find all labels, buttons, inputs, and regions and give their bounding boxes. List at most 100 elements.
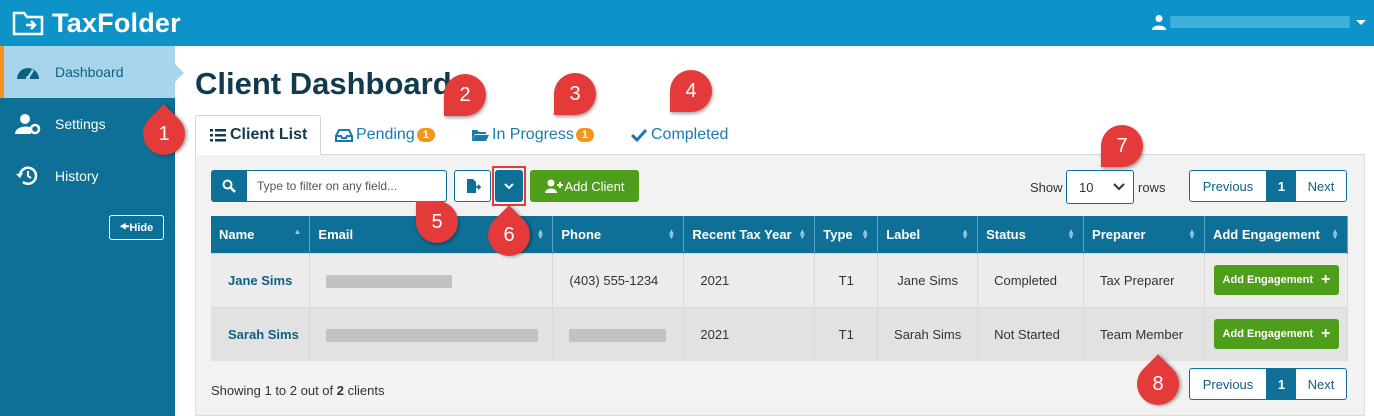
hide-label: Hide bbox=[129, 221, 154, 234]
type-cell: T1 bbox=[814, 252, 879, 307]
add-client-label: Add Client bbox=[564, 178, 625, 194]
tab-bar: Client List Pending 1 In Progress 1 Comp… bbox=[195, 115, 1365, 155]
rows-label: rows bbox=[1138, 180, 1166, 195]
file-export-icon bbox=[466, 179, 481, 193]
client-table: Name ▲ Email ▲ ▼ Phone ▲ ▼ Recent Tax Year ▲ ▼ … bbox=[211, 216, 1349, 361]
callout-number: 7 bbox=[1116, 134, 1128, 157]
history-icon bbox=[16, 166, 38, 185]
action-cell: Add Engagement + bbox=[1204, 252, 1349, 307]
client-name-link[interactable]: Jane Sims bbox=[211, 252, 311, 307]
header-label: Preparer bbox=[1092, 226, 1146, 242]
user-menu[interactable] bbox=[1152, 14, 1366, 30]
sort-icon: ▲ ▼ bbox=[861, 227, 870, 241]
app-logo[interactable]: TaxFolder bbox=[12, 8, 181, 38]
arrow-left-icon: 🠜 bbox=[119, 221, 130, 233]
sort-icon: ▲ ▼ bbox=[961, 227, 970, 241]
tab-label: In Progress bbox=[492, 126, 574, 143]
add-engagement-button[interactable]: Add Engagement + bbox=[1213, 319, 1339, 350]
callout-number: 6 bbox=[503, 223, 515, 246]
header-label: Phone bbox=[561, 226, 602, 242]
showing-prefix: Showing 1 to 2 out of bbox=[211, 383, 337, 398]
tab-completed[interactable]: Completed bbox=[630, 115, 728, 155]
next-page-button[interactable]: Next bbox=[1296, 171, 1346, 201]
search-icon bbox=[222, 179, 236, 193]
header-label: Recent Tax Year bbox=[692, 226, 792, 242]
rows-per-page-value: 10 bbox=[1079, 179, 1094, 195]
callout-number: 1 bbox=[158, 122, 170, 145]
pagination-bottom: Previous 1 Next bbox=[1189, 368, 1347, 400]
add-engagement-label: Add Engagement bbox=[1222, 274, 1313, 286]
tax-year-cell: 2021 bbox=[683, 252, 816, 307]
table-row[interactable]: Jane Sims (403) 555-1234 2021 T1 Jane Si… bbox=[211, 252, 1349, 307]
column-header-add-engagement[interactable]: Add Engagement ▲ ▼ bbox=[1204, 216, 1349, 253]
check-icon bbox=[630, 128, 648, 143]
phone-cell: (403) 555-1234 bbox=[552, 252, 685, 307]
header-label: Label bbox=[886, 226, 921, 242]
preparer-cell: Team Member bbox=[1083, 306, 1205, 361]
tab-pending[interactable]: Pending 1 bbox=[335, 115, 435, 155]
showing-suffix: clients bbox=[344, 383, 385, 398]
sort-icon: ▲ ▼ bbox=[1331, 227, 1339, 241]
email-cell bbox=[309, 252, 554, 307]
email-redacted bbox=[326, 274, 453, 288]
column-header-name[interactable]: Name ▲ bbox=[211, 216, 311, 253]
tab-in-progress[interactable]: In Progress 1 bbox=[471, 115, 594, 155]
plus-icon: + bbox=[1321, 325, 1331, 343]
header-label: Status bbox=[986, 226, 1026, 242]
header-label: Type bbox=[823, 226, 853, 242]
tax-year-cell: 2021 bbox=[683, 306, 816, 361]
page-1-button[interactable]: 1 bbox=[1267, 369, 1296, 399]
hide-sidebar-button[interactable]: 🠜 Hide bbox=[109, 215, 164, 240]
column-header-type[interactable]: Type ▲ ▼ bbox=[814, 216, 879, 253]
search-input[interactable] bbox=[247, 170, 447, 202]
callout-number: 2 bbox=[459, 83, 471, 106]
sidebar-item-history[interactable]: History bbox=[0, 150, 175, 202]
header-label: Add Engagement bbox=[1212, 226, 1320, 242]
show-label: Show bbox=[1030, 180, 1063, 195]
header-label: Email bbox=[318, 226, 354, 242]
preparer-cell: Tax Preparer bbox=[1083, 252, 1205, 307]
chevron-down-icon bbox=[1113, 183, 1125, 191]
column-header-phone[interactable]: Phone ▲ ▼ bbox=[552, 216, 685, 253]
more-options-dropdown-button[interactable] bbox=[495, 170, 523, 202]
add-client-button[interactable]: Add Client bbox=[530, 170, 639, 202]
pending-count-badge: 1 bbox=[416, 128, 435, 142]
sidebar-item-label: History bbox=[55, 168, 99, 184]
rows-per-page-select[interactable]: 10 bbox=[1066, 170, 1134, 204]
sidebar-item-dashboard[interactable]: Dashboard bbox=[0, 46, 184, 98]
client-name-link[interactable]: Sarah Sims bbox=[211, 306, 311, 361]
chevron-down-icon bbox=[504, 183, 514, 190]
table-row[interactable]: Sarah Sims 2021 T1 Sarah Sims Not Starte… bbox=[211, 306, 1349, 361]
page-1-button[interactable]: 1 bbox=[1267, 171, 1296, 201]
top-bar: TaxFolder bbox=[0, 0, 1374, 46]
column-header-label[interactable]: Label ▲ ▼ bbox=[877, 216, 979, 253]
page-title: Client Dashboard bbox=[195, 66, 452, 101]
add-engagement-button[interactable]: Add Engagement + bbox=[1213, 265, 1339, 295]
inbox-icon bbox=[335, 129, 353, 142]
search-icon-box[interactable] bbox=[211, 170, 247, 202]
export-button[interactable] bbox=[454, 170, 491, 202]
action-cell: Add Engagement + bbox=[1204, 306, 1349, 361]
phone-redacted bbox=[569, 328, 667, 342]
column-header-recent-tax-year[interactable]: Recent Tax Year ▲ ▼ bbox=[683, 216, 816, 253]
sort-icon: ▲ ▼ bbox=[1067, 227, 1076, 241]
column-header-status[interactable]: Status ▲ ▼ bbox=[977, 216, 1085, 253]
column-header-preparer[interactable]: Preparer ▲ ▼ bbox=[1083, 216, 1205, 253]
folder-open-icon bbox=[472, 130, 489, 141]
plus-icon: + bbox=[1321, 271, 1331, 288]
sort-icon: ▲ ▼ bbox=[1188, 227, 1196, 241]
email-redacted bbox=[326, 328, 539, 342]
pagination-top: Previous 1 Next bbox=[1189, 170, 1347, 202]
callout-marker: 4 bbox=[670, 70, 712, 112]
header-label: Name bbox=[219, 226, 255, 242]
callout-number: 3 bbox=[569, 82, 581, 105]
previous-page-button[interactable]: Previous bbox=[1190, 171, 1267, 201]
tab-client-list[interactable]: Client List bbox=[195, 115, 322, 155]
callout-marker: 2 bbox=[444, 74, 486, 116]
search-group bbox=[211, 170, 447, 202]
previous-page-button[interactable]: Previous bbox=[1190, 369, 1267, 399]
next-page-button[interactable]: Next bbox=[1296, 369, 1346, 399]
list-icon bbox=[210, 129, 226, 142]
tab-label: Completed bbox=[651, 126, 729, 143]
dashboard-gauge-icon bbox=[17, 68, 39, 80]
